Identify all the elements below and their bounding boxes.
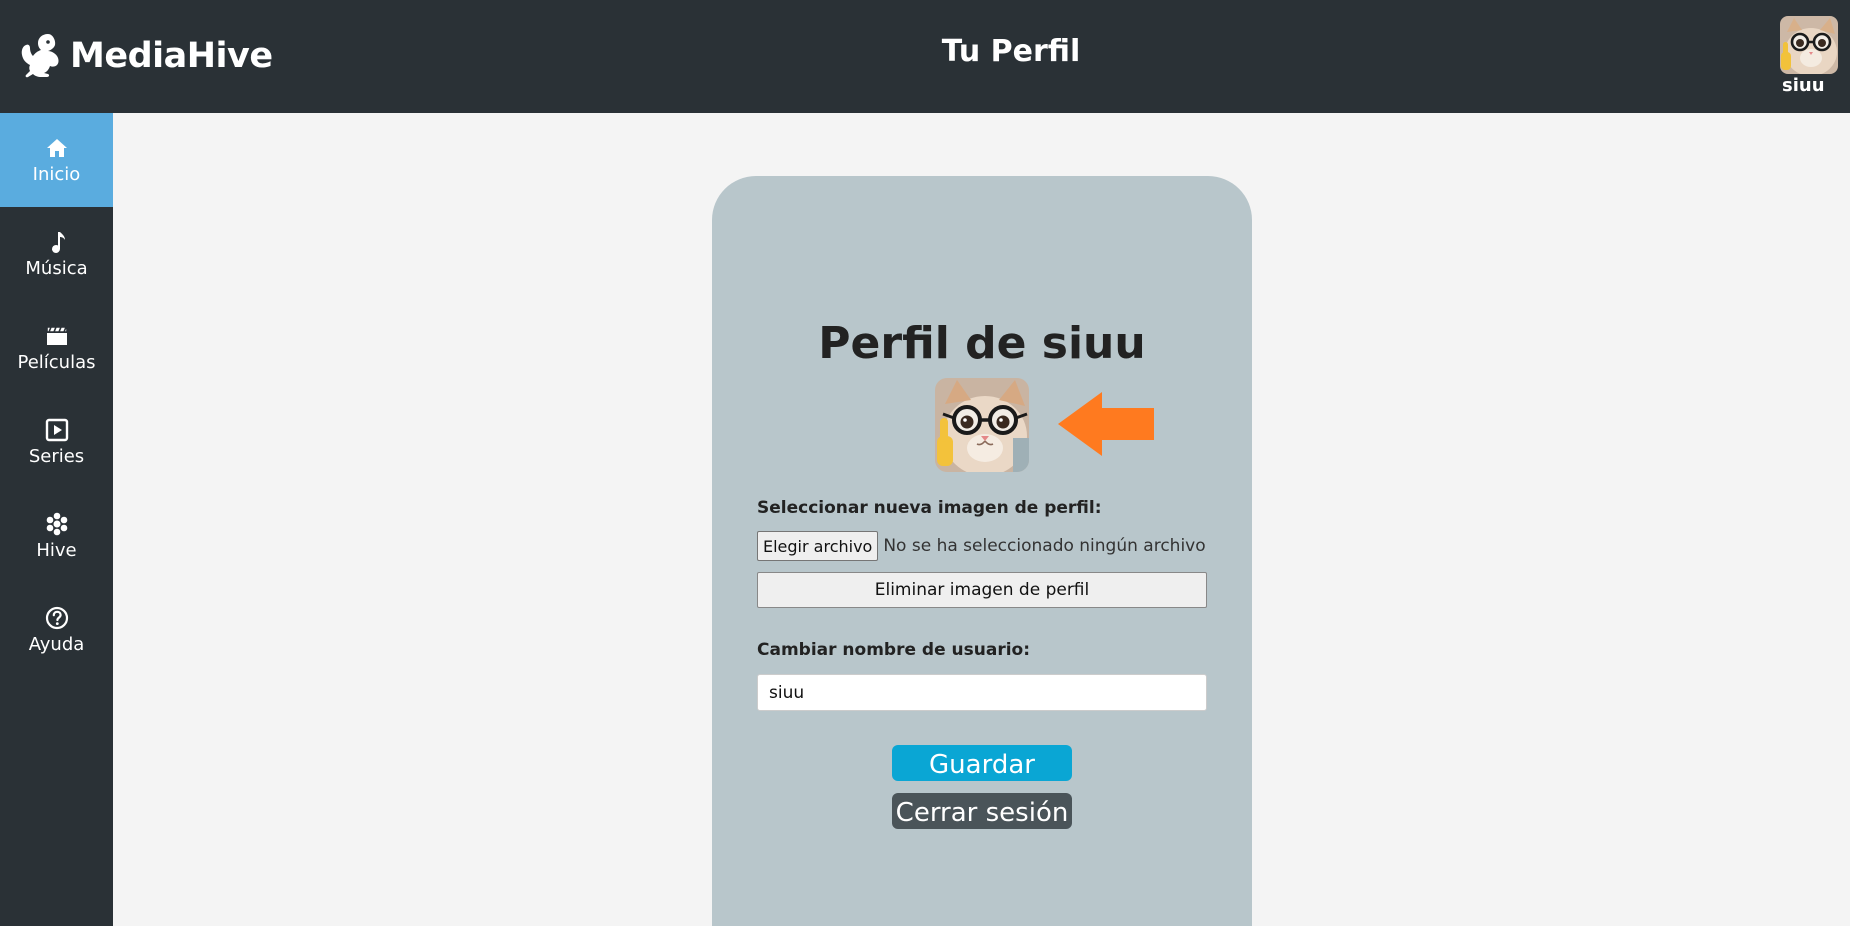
play-square-icon [44, 417, 70, 443]
file-input[interactable]: Elegir archivo No se ha seleccionado nin… [757, 531, 1206, 561]
image-select-label: Seleccionar nueva imagen de perfil: [757, 498, 1102, 518]
sidebar-item-inicio[interactable]: Inicio [0, 113, 113, 207]
help-circle-icon [44, 605, 70, 631]
save-button[interactable]: Guardar [892, 745, 1072, 781]
sidebar-item-musica[interactable]: Música [0, 207, 113, 301]
sidebar-item-label: Películas [17, 352, 96, 373]
sidebar-item-series[interactable]: Series [0, 395, 113, 489]
profile-title: Perfil de siuu [818, 318, 1146, 369]
username-input[interactable] [757, 674, 1207, 711]
file-status-text: No se ha seleccionado ningún archivo [883, 536, 1206, 556]
music-note-icon [44, 229, 70, 255]
header-username: siuu [1782, 75, 1825, 96]
profile-picture [935, 378, 1029, 472]
arrow-left-icon [1058, 392, 1154, 456]
home-icon [44, 135, 70, 161]
sidebar-item-ayuda[interactable]: Ayuda [0, 583, 113, 677]
cat-avatar-icon [935, 378, 1029, 472]
profile-card: Perfil de siuu Seleccionar nueva imagen … [712, 176, 1252, 926]
sidebar-item-label: Inicio [32, 164, 81, 185]
sidebar-item-hive[interactable]: Hive [0, 489, 113, 583]
remove-picture-button[interactable]: Eliminar imagen de perfil [757, 572, 1207, 608]
sidebar-item-label: Series [28, 446, 85, 467]
choose-file-button[interactable]: Elegir archivo [757, 531, 879, 561]
film-icon [44, 323, 70, 349]
user-menu[interactable]: siuu [1780, 16, 1838, 96]
sidebar-item-label: Hive [36, 540, 77, 561]
page-title: Tu Perfil [941, 34, 1081, 69]
sidebar-item-label: Ayuda [28, 634, 85, 655]
logout-button[interactable]: Cerrar sesión [892, 793, 1072, 829]
sidebar-item-peliculas[interactable]: Películas [0, 301, 113, 395]
top-header: MediaHive Tu Perfil siuu [0, 0, 1850, 113]
sidebar-item-label: Música [25, 258, 88, 279]
cat-avatar-icon[interactable] [1780, 16, 1838, 74]
username-label: Cambiar nombre de usuario: [757, 640, 1031, 660]
sidebar-nav: Inicio Música Películas Series Hive Ayud… [0, 113, 113, 926]
hive-icon [44, 511, 70, 537]
